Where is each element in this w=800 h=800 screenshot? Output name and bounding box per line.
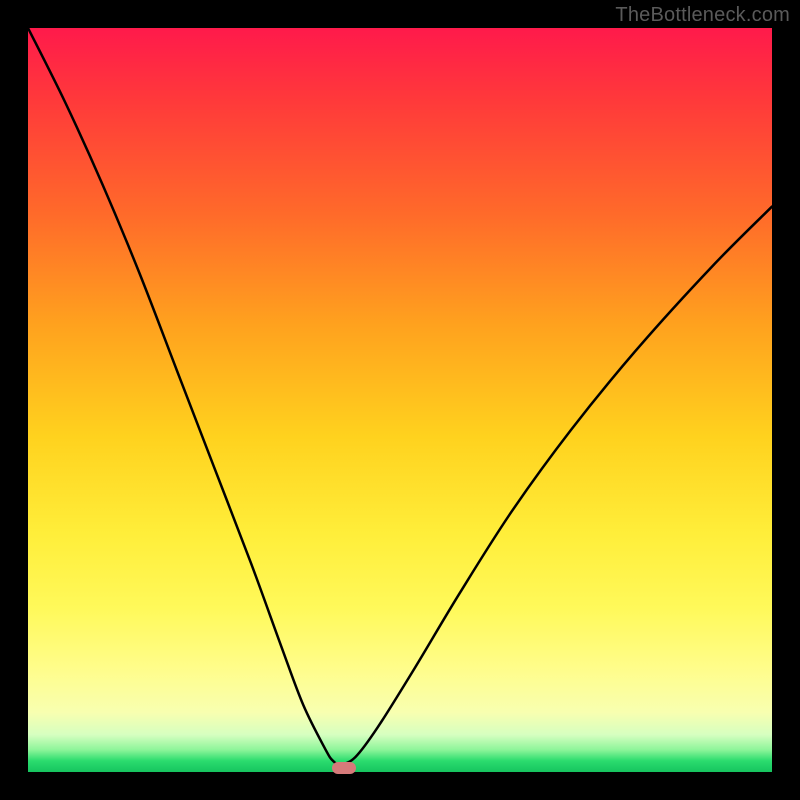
chart-frame: TheBottleneck.com: [0, 0, 800, 800]
bottleneck-curve: [28, 28, 772, 765]
plot-area: [28, 28, 772, 772]
watermark-text: TheBottleneck.com: [615, 4, 790, 27]
curve-svg: [28, 28, 772, 772]
optimal-marker: [332, 762, 356, 774]
